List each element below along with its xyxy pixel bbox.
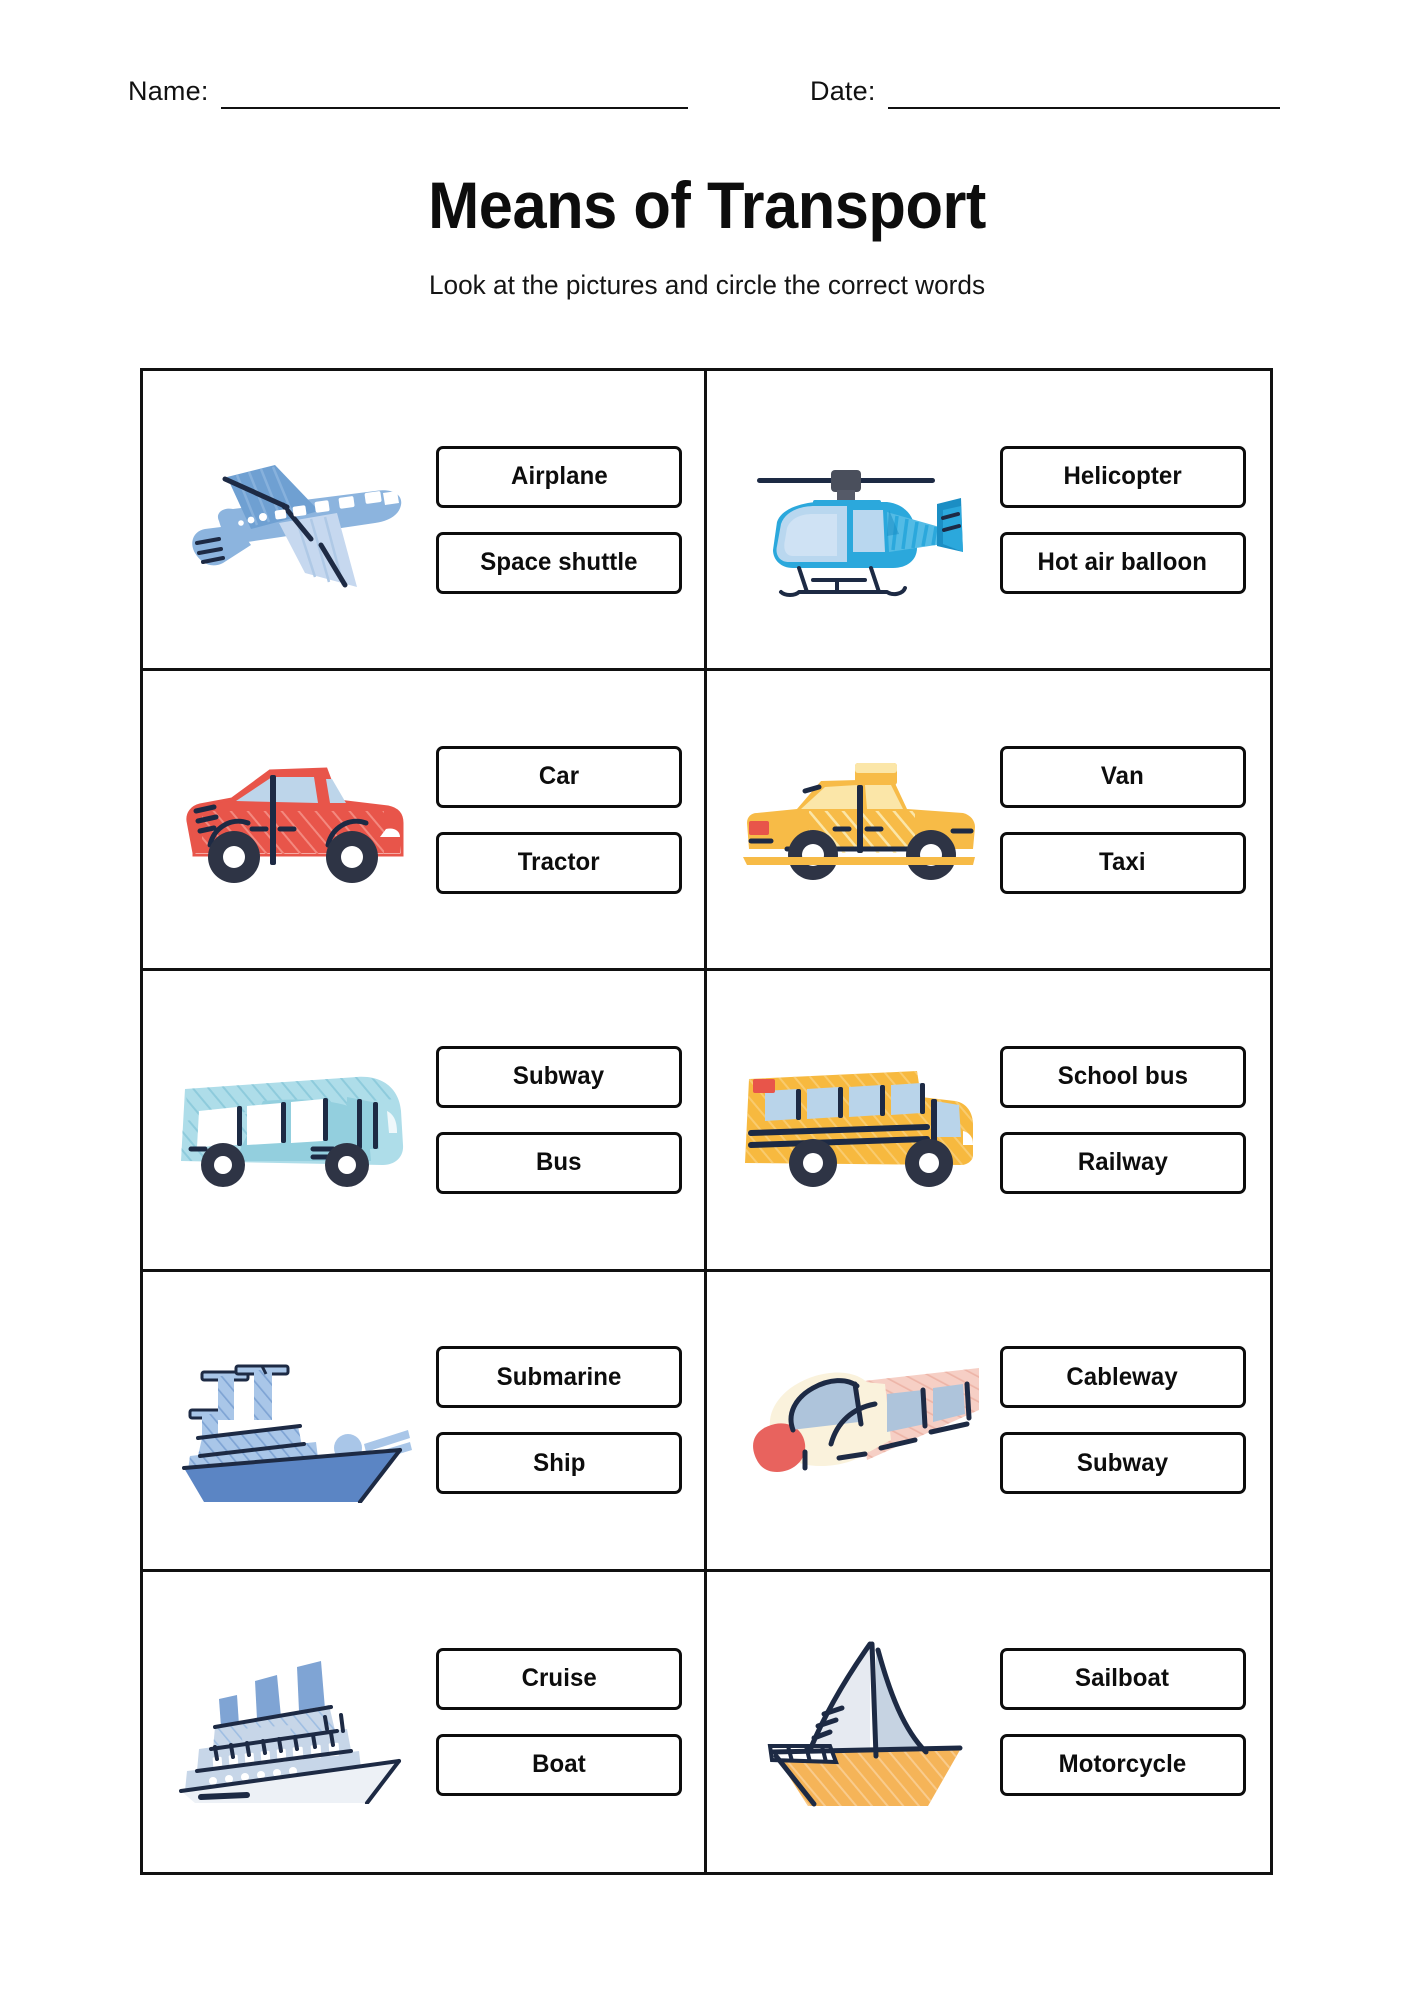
school-bus-illustration [715,971,1000,1268]
option-label: Car [538,762,580,791]
option-label: Ship [532,1448,586,1477]
helicopter-illustration [715,371,1000,668]
options-car: Car Tractor [436,745,704,894]
option-box[interactable]: Subway [999,1432,1246,1495]
option-box[interactable]: Motorcycle [999,1733,1246,1796]
option-box[interactable]: Taxi [999,831,1246,894]
options-ship: Submarine Ship [436,1346,704,1495]
option-label: Taxi [1099,848,1146,877]
sailboat-illustration [715,1572,1000,1872]
option-box[interactable]: Subway [436,1045,682,1108]
option-box[interactable]: Van [999,745,1246,808]
option-box[interactable]: School bus [999,1045,1246,1108]
option-label: Boat [532,1750,586,1779]
option-box[interactable]: Tractor [436,831,682,894]
worksheet-page: Name: Date: Means of Transport Look at t… [0,0,1414,2000]
option-label: Helicopter [1063,462,1182,491]
option-box[interactable]: Bus [436,1131,682,1194]
option-label: Motorcycle [1058,1750,1187,1779]
option-box[interactable]: Helicopter [999,445,1246,508]
exercise-cell-sailboat: Sailboat Motorcycle [707,1572,1271,1872]
name-field[interactable]: Name: [128,78,688,109]
option-label: Bus [536,1148,582,1177]
option-label: Submarine [496,1362,622,1391]
option-label: Space shuttle [480,548,638,577]
date-label: Date: [810,76,876,106]
option-box[interactable]: Railway [999,1131,1246,1194]
option-label: School bus [1057,1062,1188,1091]
option-label: Cruise [521,1664,597,1693]
option-box[interactable]: Airplane [436,445,682,508]
exercise-cell-ship: Submarine Ship [143,1271,707,1572]
exercise-cell-school-bus: School bus Railway [706,971,1271,1272]
option-box[interactable]: Boat [436,1733,682,1796]
option-box[interactable]: Ship [436,1432,682,1495]
option-label: Subway [513,1062,605,1091]
option-label: Subway [1076,1448,1169,1477]
exercise-cell-helicopter: Helicopter Hot air balloon [706,371,1271,672]
option-label: Tractor [517,848,601,877]
option-box[interactable]: Car [436,745,682,808]
page-subtitle: Look at the pictures and circle the corr… [428,270,986,300]
exercise-grid: Airplane Space shuttle Helicopter Hot ai… [140,368,1273,1875]
option-box[interactable]: Cruise [436,1647,682,1710]
exercise-cell-airplane: Airplane Space shuttle [143,371,707,672]
option-box[interactable]: Hot air balloon [999,531,1246,594]
taxi-illustration [715,671,1000,968]
options-helicopter: Helicopter Hot air balloon [999,445,1271,594]
car-illustration [151,671,436,968]
options-airplane: Airplane Space shuttle [436,445,704,594]
exercise-cell-taxi: Van Taxi [706,671,1271,972]
exercise-cell-train: Cableway Subway [706,1272,1271,1572]
date-field[interactable]: Date: [810,78,1280,109]
date-write-line[interactable] [887,107,1280,109]
option-box[interactable]: Cableway [999,1346,1246,1409]
option-label: Sailboat [1075,1664,1170,1693]
name-write-line[interactable] [220,107,688,109]
option-box[interactable]: Submarine [436,1346,682,1409]
option-label: Cableway [1066,1362,1179,1391]
exercise-cell-car: Car Tractor [143,671,707,972]
bullet-train-illustration [715,1272,1000,1569]
page-title: Means of Transport [428,168,986,242]
option-box[interactable]: Sailboat [999,1647,1246,1710]
options-sailboat: Sailboat Motorcycle [999,1647,1271,1796]
option-label: Railway [1077,1148,1168,1177]
ship-illustration [151,1272,436,1569]
exercise-cell-cruise: Cruise Boat [143,1571,707,1872]
options-bus: Subway Bus [436,1045,704,1194]
cruise-ship-illustration [151,1572,436,1872]
options-taxi: Van Taxi [999,745,1271,894]
name-label: Name: [128,76,209,106]
airplane-illustration [151,371,436,668]
options-train: Cableway Subway [999,1346,1271,1495]
exercise-cell-bus: Subway Bus [143,971,707,1272]
option-label: Airplane [510,462,608,491]
student-info-row: Name: Date: [128,78,1288,109]
options-cruise: Cruise Boat [436,1647,704,1796]
option-label: Van [1101,762,1144,791]
option-box[interactable]: Space shuttle [436,531,682,594]
option-label: Hot air balloon [1037,548,1208,577]
bus-illustration [151,971,436,1268]
options-school-bus: School bus Railway [999,1045,1271,1194]
